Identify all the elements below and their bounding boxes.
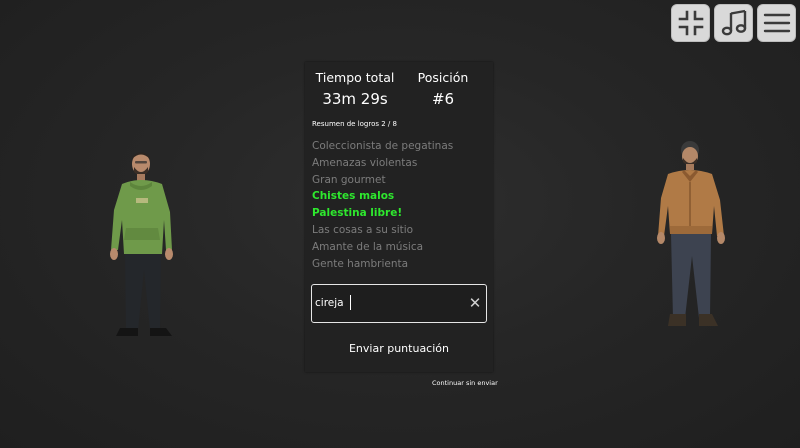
- fullscreen-exit-icon: [678, 10, 703, 36]
- music-note-icon: [721, 9, 746, 36]
- achievement-item: Chistes malos: [312, 190, 395, 203]
- achievement-item: Palestina libre!: [312, 207, 403, 220]
- continue-without-submitting-link[interactable]: Continuar sin enviar: [432, 379, 498, 387]
- music-button[interactable]: [714, 4, 753, 42]
- menu-button[interactable]: [757, 4, 796, 42]
- submit-score-button[interactable]: Enviar puntuación: [305, 332, 493, 366]
- achievement-item: Gente hambrienta: [312, 257, 409, 270]
- position-value: #6: [431, 90, 455, 108]
- achievement-item: Gran gourmet: [312, 173, 386, 186]
- character-tan-jacket: [657, 141, 725, 326]
- achievements-list: Coleccionista de pegatinas Amenazas viol…: [312, 138, 453, 272]
- achievement-item: Amante de la música: [312, 240, 424, 253]
- achievement-item: Amenazas violentas: [312, 156, 418, 169]
- achievement-item: Las cosas a su sitio: [312, 223, 414, 236]
- character-green-hoodie: [110, 152, 173, 336]
- game-screen: Tiempo total 33m 29s Posición #6 Resumen…: [0, 0, 800, 448]
- player-name-field[interactable]: ✕: [311, 284, 487, 323]
- clear-input-icon[interactable]: ✕: [467, 294, 483, 312]
- fullscreen-button[interactable]: [671, 4, 710, 42]
- player-name-input[interactable]: [315, 294, 465, 312]
- total-time-value: 33m 29s: [322, 90, 388, 108]
- hamburger-menu-icon: [763, 13, 790, 33]
- achievements-summary: Resumen de logros 2 / 8: [312, 120, 397, 128]
- total-time-label: Tiempo total: [315, 70, 395, 85]
- results-panel: Tiempo total 33m 29s Posición #6 Resumen…: [305, 62, 493, 372]
- text-caret: [350, 295, 351, 310]
- position-label: Posición: [417, 70, 469, 85]
- achievement-item: Coleccionista de pegatinas: [312, 140, 454, 152]
